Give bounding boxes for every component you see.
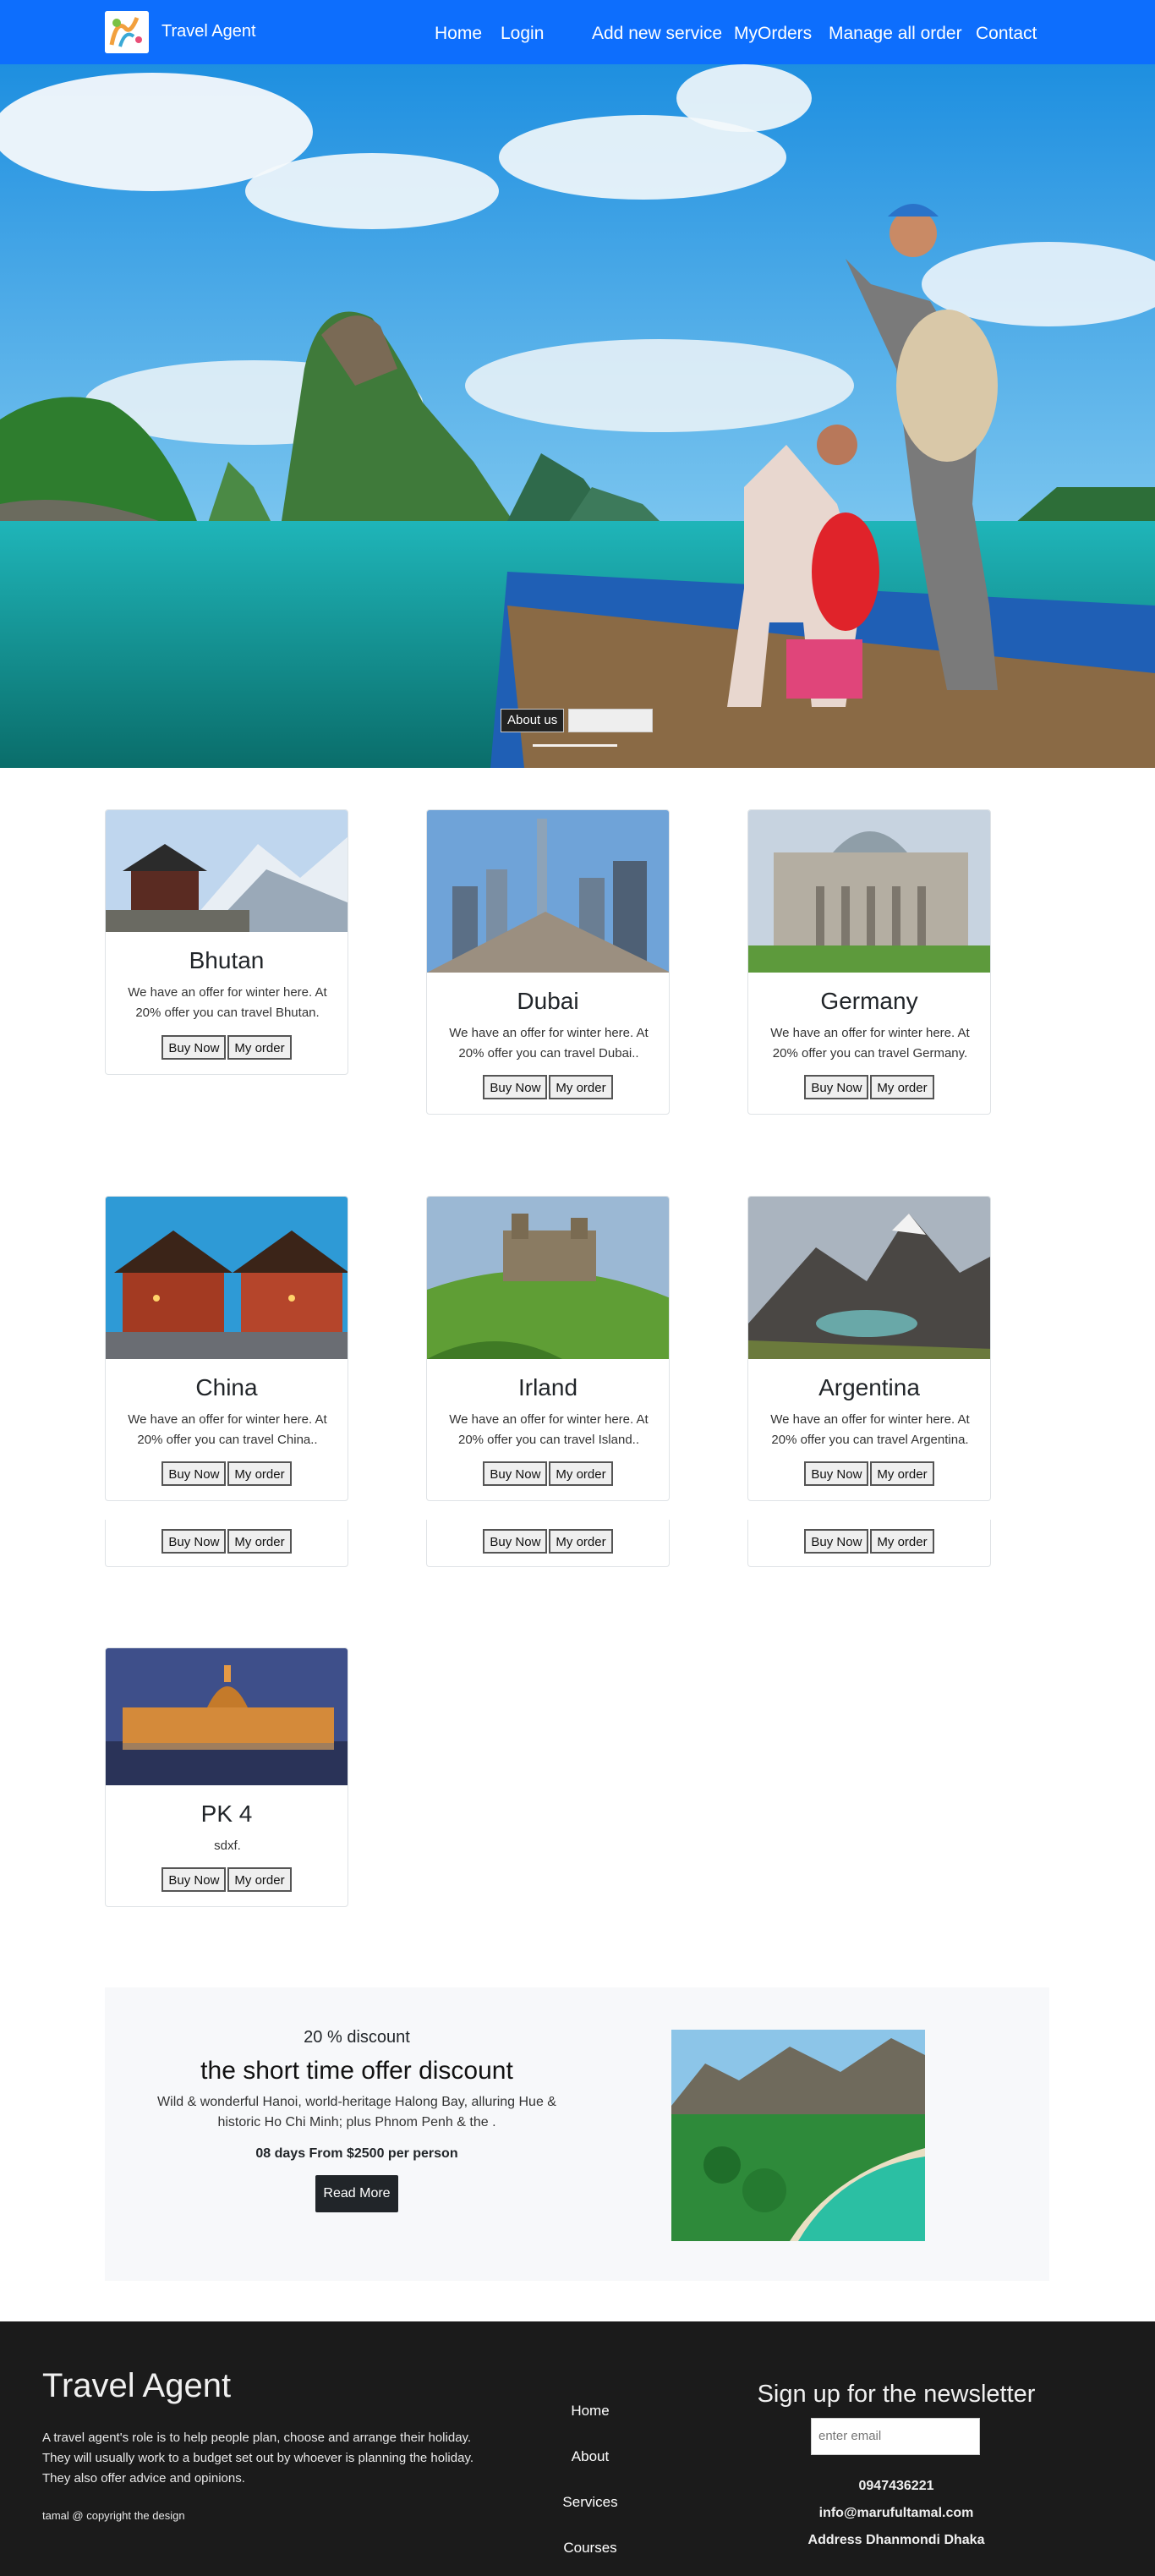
footer-link-about[interactable]: About [507, 2448, 673, 2465]
card-image [748, 1197, 990, 1359]
buy-now-button[interactable]: Buy Now [483, 1075, 548, 1099]
about-us-button[interactable]: About us [501, 709, 565, 732]
service-card: Bhutan We have an offer for winter here.… [105, 809, 348, 1075]
nav-login[interactable]: Login [501, 24, 544, 44]
service-card: Germany We have an offer for winter here… [747, 809, 991, 1115]
card-title: Irland [517, 1374, 578, 1400]
offer-price: 08 days From $2500 per person [255, 2146, 458, 2161]
buy-now-button[interactable]: Buy Now [483, 1529, 548, 1554]
buy-now-button[interactable]: Buy Now [804, 1075, 869, 1099]
card-action-strip: Buy Now My order [105, 1520, 348, 1567]
card-image [427, 1197, 669, 1359]
nav-my-orders[interactable]: MyOrders [734, 24, 812, 44]
card-title: Bhutan [189, 947, 265, 973]
card-title: PK 4 [200, 1800, 253, 1827]
card-action-strip: Buy Now My order [747, 1520, 991, 1567]
footer-link-services[interactable]: Services [507, 2494, 673, 2511]
read-more-button[interactable]: Read More [315, 2175, 398, 2212]
carousel-indicator[interactable] [533, 744, 617, 747]
my-order-button[interactable]: My order [870, 1529, 934, 1554]
footer-phone: 0947436221 [858, 2479, 934, 2493]
card-title: Germany [820, 988, 918, 1014]
service-card: Dubai We have an offer for winter here. … [426, 809, 670, 1115]
card-text: We have an offer for winter here. At 20%… [449, 1026, 649, 1061]
card-actions: Buy Now My order [106, 1461, 348, 1486]
offer-description: Wild & wonderful Hanoi, world-heritage H… [157, 2095, 556, 2129]
card-image [106, 1197, 348, 1359]
buy-now-button[interactable]: Buy Now [483, 1461, 548, 1486]
nav-contact[interactable]: Contact [976, 24, 1037, 44]
card-title: China [195, 1374, 258, 1400]
footer-email: info@marufultamal.com [818, 2506, 974, 2520]
buy-now-button[interactable]: Buy Now [804, 1461, 869, 1486]
card-actions: Buy Now My order [748, 1075, 990, 1099]
card-actions: Buy Now My order [427, 1529, 669, 1554]
card-image [106, 810, 348, 932]
footer-copyright: tamal @ copyright the design [42, 2509, 185, 2522]
buy-now-button[interactable]: Buy Now [161, 1867, 227, 1892]
my-order-button[interactable]: My order [227, 1867, 292, 1892]
service-card: Argentina We have an offer for winter he… [747, 1196, 991, 1501]
my-order-button[interactable]: My order [870, 1461, 934, 1486]
service-card: Irland We have an offer for winter here.… [426, 1196, 670, 1501]
card-text: We have an offer for winter here. At 20%… [449, 1412, 649, 1447]
offer-image [671, 2030, 925, 2241]
my-order-button[interactable]: My order [870, 1075, 934, 1099]
brand-logo[interactable] [105, 11, 149, 53]
card-action-strip: Buy Now My order [426, 1520, 670, 1567]
card-text: We have an offer for winter here. At 20%… [770, 1412, 970, 1447]
hero-carousel: About us [0, 64, 1155, 768]
offer-title: the short time offer discount [200, 2057, 513, 2085]
card-title: Dubai [517, 988, 579, 1014]
nav-home[interactable]: Home [435, 24, 482, 44]
nav-manage-orders[interactable]: Manage all order [829, 24, 962, 44]
card-actions: Buy Now My order [748, 1461, 990, 1486]
hero-secondary-button[interactable] [568, 709, 653, 732]
my-order-button[interactable]: My order [227, 1035, 292, 1060]
my-order-button[interactable]: My order [549, 1529, 613, 1554]
buy-now-button[interactable]: Buy Now [161, 1035, 227, 1060]
card-actions: Buy Now My order [427, 1075, 669, 1099]
footer-link-home[interactable]: Home [507, 2403, 673, 2420]
offer-discount: 20 % discount [304, 2028, 410, 2047]
card-image [748, 810, 990, 973]
hero-image [0, 64, 1155, 768]
my-order-button[interactable]: My order [227, 1529, 292, 1554]
my-order-button[interactable]: My order [549, 1075, 613, 1099]
service-card: China We have an offer for winter here. … [105, 1196, 348, 1501]
card-text: We have an offer for winter here. At 20%… [770, 1026, 970, 1061]
service-card: PK 4 sdxf. Buy Now My order [105, 1647, 348, 1907]
footer: Travel Agent A travel agent's role is to… [0, 2321, 1155, 2576]
buy-now-button[interactable]: Buy Now [161, 1529, 227, 1554]
card-actions: Buy Now My order [106, 1867, 348, 1892]
newsletter-title: Sign up for the newsletter [757, 2381, 1036, 2408]
card-actions: Buy Now My order [106, 1529, 348, 1554]
card-text: sdxf. [214, 1839, 241, 1853]
card-actions: Buy Now My order [427, 1461, 669, 1486]
card-image [427, 810, 669, 973]
card-title: Argentina [818, 1374, 920, 1400]
buy-now-button[interactable]: Buy Now [804, 1529, 869, 1554]
footer-about: A travel agent's role is to help people … [42, 2431, 474, 2486]
card-text: We have an offer for winter here. At 20%… [128, 1412, 327, 1447]
my-order-button[interactable]: My order [549, 1461, 613, 1486]
footer-address: Address Dhanmondi Dhaka [807, 2533, 985, 2547]
card-image [106, 1648, 348, 1785]
card-actions: Buy Now My order [748, 1529, 990, 1554]
nav-add-service[interactable]: Add new service [592, 24, 722, 44]
brand-name[interactable]: Travel Agent [161, 22, 256, 41]
footer-brand: Travel Agent [42, 2367, 232, 2404]
newsletter-email-input[interactable]: enter email [811, 2418, 980, 2455]
card-actions: Buy Now My order [106, 1035, 348, 1060]
my-order-button[interactable]: My order [227, 1461, 292, 1486]
footer-link-courses[interactable]: Courses [507, 2540, 673, 2557]
offer-section: 20 % discount the short time offer disco… [105, 1987, 1049, 2281]
navbar: Travel Agent Home Login Add new service … [0, 0, 1155, 64]
buy-now-button[interactable]: Buy Now [161, 1461, 227, 1486]
card-text: We have an offer for winter here. At 20%… [128, 985, 327, 1020]
